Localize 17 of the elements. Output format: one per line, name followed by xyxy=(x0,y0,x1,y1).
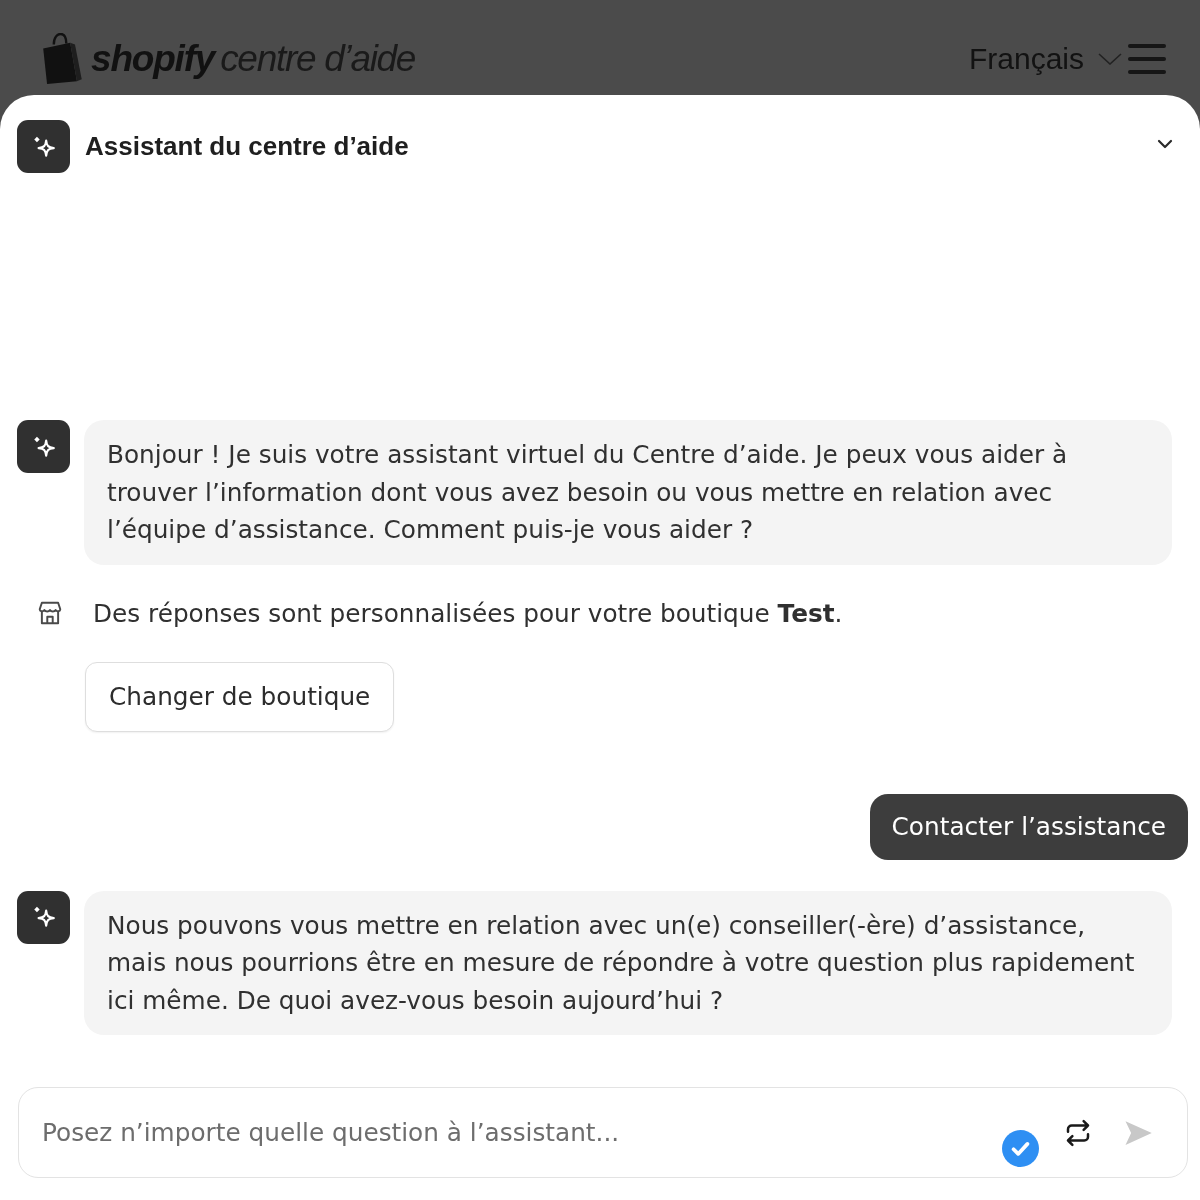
question-field[interactable]: Posez n’importe quelle question à l’assistant... xyxy=(18,1087,1188,1178)
chevron-down-icon xyxy=(1098,52,1122,65)
sparkle-icon xyxy=(17,890,70,944)
storefront-icon xyxy=(37,600,63,626)
user-message: Contacter l’assistance xyxy=(869,793,1188,860)
assistant-title: Assistant du centre d’aide xyxy=(85,131,410,162)
shopping-bag-logo-icon xyxy=(40,32,83,85)
assistant-message: Bonjour ! Je suis votre assistant virtuel du Centre d’aide. Je peux vous aider à trouver l’information dont vous avez besoin ou vous mettre en relation avec l’équipe d’assistance. Comment puis-je vous aider ? xyxy=(84,420,1172,565)
question-input[interactable]: Posez n’importe quelle question à l’assistant... xyxy=(42,1110,990,1155)
sparkle-icon xyxy=(17,120,70,173)
change-store-button[interactable]: Changer de boutique xyxy=(85,661,395,732)
check-badge-icon xyxy=(1002,1130,1039,1167)
sparkle-icon xyxy=(17,420,70,473)
assistant-message: Nous pouvons vous mettre en relation avec un(e) conseiller(-ère) d’assistance, mais nous pourrions être en mesure de répondre à votre question plus rapidement ici même. De quoi avez-vous besoin aujourd’hui ? xyxy=(84,890,1172,1035)
collapse-button[interactable] xyxy=(1156,137,1174,150)
personalization-note: Des réponses sont personnalisées pour votre boutique Test. xyxy=(93,597,843,630)
logo-wordmark: shopify xyxy=(91,37,215,80)
